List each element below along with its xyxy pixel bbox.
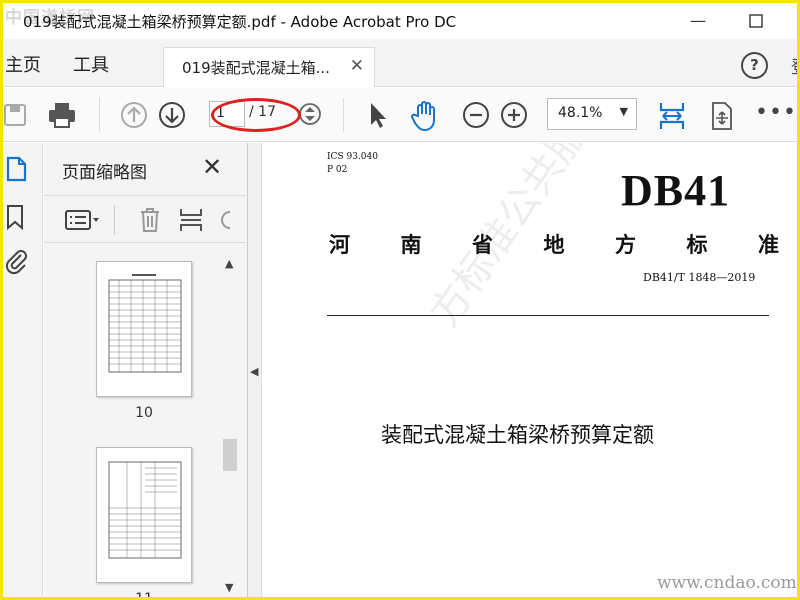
save-icon[interactable] [3, 100, 33, 130]
ics-code-block: ICS 93.040 P 02 [327, 151, 378, 177]
maximize-button[interactable] [741, 9, 771, 33]
zoom-level-value: 48.1% [558, 105, 603, 121]
page-stepper-icon[interactable] [297, 101, 327, 131]
minimize-button[interactable]: — [683, 9, 713, 33]
window-title: 019装配式混凝土箱梁桥预算定额.pdf - Adobe Acrobat Pro… [23, 13, 457, 31]
zoom-out-icon[interactable] [461, 100, 491, 130]
heading-char: 省 [472, 233, 493, 257]
tab-home[interactable]: 主页 [5, 51, 41, 77]
heading-char: 南 [400, 233, 422, 257]
standard-code-heading: DB41 [621, 166, 731, 215]
more-options-icon[interactable]: ••• [755, 100, 796, 130]
thumbnail-scrollbar[interactable]: ▲ ▼ [221, 255, 239, 597]
hand-tool-icon[interactable] [409, 100, 439, 132]
zoom-level-select[interactable]: 48.1% ▼ [547, 98, 637, 130]
document-tab[interactable]: 019装配式混凝土箱... ✕ [163, 47, 375, 87]
title-bar: 中国道桥网 019装配式混凝土箱梁桥预算定额.pdf - Adobe Acrob… [3, 3, 797, 39]
panel-divider [114, 205, 115, 235]
document-title: 装配式混凝土箱梁桥预算定额 [381, 423, 654, 447]
main-toolbar: 1 / 17 48.1% ▼ ••• [3, 88, 797, 142]
ics-code: ICS 93.040 [327, 152, 378, 162]
heading-char: 地 [543, 233, 565, 257]
next-page-icon[interactable] [157, 100, 187, 130]
fit-page-icon[interactable] [657, 100, 687, 130]
toolbar-divider [343, 98, 344, 132]
help-icon[interactable]: ? [741, 52, 768, 79]
standard-number: DB41/T 1848—2019 [643, 271, 756, 284]
scroll-up-icon[interactable]: ▲ [225, 257, 233, 270]
toolbar-divider [99, 98, 100, 132]
document-tab-label: 019装配式混凝土箱... [182, 59, 330, 77]
page-thumbnails-icon[interactable] [5, 155, 29, 187]
collapse-arrow-icon[interactable]: ◀ [250, 365, 258, 378]
page-thumbnail-10[interactable] [96, 261, 192, 397]
panel-collapse-bar[interactable]: ◀ [248, 143, 262, 597]
page-thumbnail-preview [108, 274, 182, 373]
heading-char: 河 [329, 233, 350, 257]
p-code: P 02 [327, 165, 348, 175]
bookmark-icon[interactable] [5, 203, 25, 235]
annotation-highlight-ellipse [211, 98, 301, 132]
previous-page-icon[interactable] [119, 100, 149, 130]
zoom-in-icon[interactable] [499, 100, 529, 130]
close-tab-icon[interactable]: ✕ [350, 56, 364, 76]
sign-in-button[interactable]: 登 [791, 53, 797, 78]
page-thumbnail-11[interactable] [96, 447, 192, 583]
site-watermark: www.cndao.com [657, 573, 797, 593]
delete-page-icon[interactable] [138, 206, 162, 238]
scrollbar-thumb[interactable] [223, 439, 237, 471]
print-icon[interactable] [47, 100, 77, 130]
menu-tab-bar: 主页 工具 019装配式混凝土箱... ✕ ? 登 [3, 39, 797, 87]
page-thumbnail-preview [108, 461, 182, 559]
select-cursor-icon[interactable] [363, 100, 393, 130]
rotate-page-icon[interactable] [218, 206, 232, 238]
tab-tools[interactable]: 工具 [73, 51, 109, 77]
rotate-view-icon[interactable] [707, 100, 737, 130]
panel-title: 页面缩略图 [62, 163, 147, 183]
heading-char: 标 [686, 233, 708, 257]
close-panel-icon[interactable]: ✕ [202, 153, 222, 181]
header-rule [327, 315, 769, 316]
document-view: 方标准公共服务平台 ICS 93.040 P 02 DB41 河 南 省 地 方… [263, 143, 797, 597]
scroll-down-icon[interactable]: ▼ [225, 581, 233, 594]
page-thumbnail-label: 10 [135, 405, 153, 421]
insert-page-icon[interactable] [178, 206, 204, 238]
left-nav-strip [3, 143, 43, 597]
chevron-down-icon: ▼ [619, 105, 628, 118]
heading-char: 准 [758, 233, 779, 257]
province-standard-heading: 河 南 省 地 方 标 准 [329, 229, 779, 259]
panel-toolbar [44, 195, 248, 243]
app-window: 中国道桥网 019装配式混凝土箱梁桥预算定额.pdf - Adobe Acrob… [0, 0, 800, 600]
thumbnail-options-icon[interactable] [64, 208, 102, 236]
page-thumbnail-label: 11 [135, 591, 153, 600]
thumbnails-panel: 页面缩略图 ✕ 10 11 ▲ ▼ [44, 143, 248, 600]
attachment-icon[interactable] [5, 247, 29, 279]
heading-char: 方 [615, 233, 636, 257]
